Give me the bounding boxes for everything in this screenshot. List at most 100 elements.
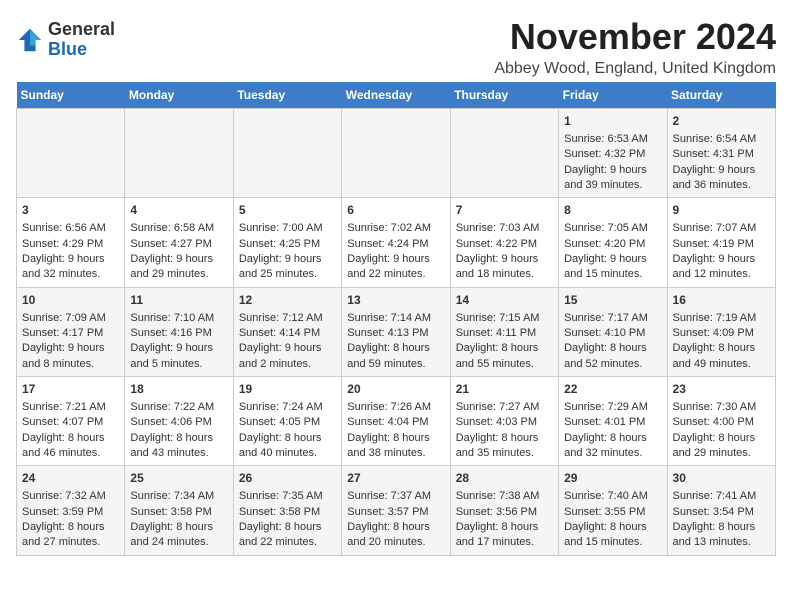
cell-text: Sunrise: 7:29 AM [564, 400, 661, 415]
day-number: 29 [564, 470, 661, 487]
cell-text: Sunrise: 7:05 AM [564, 221, 661, 236]
day-number: 20 [347, 381, 444, 398]
calendar-header: SundayMondayTuesdayWednesdayThursdayFrid… [17, 82, 776, 109]
day-number: 1 [564, 113, 661, 130]
cell-text: Sunrise: 7:09 AM [22, 311, 119, 326]
cell-text: Sunset: 4:05 PM [239, 415, 336, 430]
cell-text: Daylight: 9 hours and 32 minutes. [22, 252, 119, 283]
column-header-sunday: Sunday [17, 82, 125, 109]
week-row-4: 17Sunrise: 7:21 AMSunset: 4:07 PMDayligh… [17, 377, 776, 466]
calendar-cell: 12 Sunrise: 7:12 AMSunset: 4:14 PMDayligh… [233, 287, 341, 376]
cell-text: Sunset: 4:10 PM [564, 326, 661, 341]
calendar-cell: 17Sunrise: 7:21 AMSunset: 4:07 PMDayligh… [17, 377, 125, 466]
column-header-monday: Monday [125, 82, 233, 109]
day-number: 18 [130, 381, 227, 398]
cell-text: Daylight: 8 hours and 20 minutes. [347, 520, 444, 551]
cell-text: Sunrise: 7:19 AM [673, 311, 770, 326]
cell-text: Sunset: 4:06 PM [130, 415, 227, 430]
cell-text: Daylight: 8 hours and 29 minutes. [673, 431, 770, 462]
cell-text: Daylight: 8 hours and 17 minutes. [456, 520, 553, 551]
calendar-table: SundayMondayTuesdayWednesdayThursdayFrid… [16, 82, 776, 556]
day-number: 21 [456, 381, 553, 398]
calendar-cell: 14Sunrise: 7:15 AMSunset: 4:11 PMDayligh… [450, 287, 558, 376]
calendar-cell: 7 Sunrise: 7:03 AMSunset: 4:22 PMDaylight… [450, 198, 558, 287]
day-number: 11 [130, 292, 227, 309]
calendar-cell [125, 109, 233, 198]
cell-text: Sunset: 4:14 PM [239, 326, 336, 341]
cell-text: Sunset: 4:13 PM [347, 326, 444, 341]
cell-text: Sunset: 4:00 PM [673, 415, 770, 430]
day-number: 10 [22, 292, 119, 309]
calendar-cell: 28Sunrise: 7:38 AMSunset: 3:56 PMDayligh… [450, 466, 558, 555]
cell-text: Sunrise: 7:15 AM [456, 311, 553, 326]
cell-text: Daylight: 8 hours and 32 minutes. [564, 431, 661, 462]
day-number: 7 [456, 202, 553, 219]
cell-text: Daylight: 8 hours and 49 minutes. [673, 341, 770, 372]
calendar-cell: 26Sunrise: 7:35 AMSunset: 3:58 PMDayligh… [233, 466, 341, 555]
calendar-cell: 25Sunrise: 7:34 AMSunset: 3:58 PMDayligh… [125, 466, 233, 555]
calendar-cell: 2Sunrise: 6:54 AMSunset: 4:31 PMDaylight… [667, 109, 775, 198]
day-number: 17 [22, 381, 119, 398]
calendar-cell: 13Sunrise: 7:14 AMSunset: 4:13 PMDayligh… [342, 287, 450, 376]
cell-text: Daylight: 8 hours and 43 minutes. [130, 431, 227, 462]
logo-general: General [48, 20, 115, 40]
day-number: 13 [347, 292, 444, 309]
calendar-cell: 30Sunrise: 7:41 AMSunset: 3:54 PMDayligh… [667, 466, 775, 555]
calendar-cell: 29Sunrise: 7:40 AMSunset: 3:55 PMDayligh… [559, 466, 667, 555]
cell-text: Sunset: 4:04 PM [347, 415, 444, 430]
header-row: SundayMondayTuesdayWednesdayThursdayFrid… [17, 82, 776, 109]
calendar-cell [342, 109, 450, 198]
cell-text: Sunset: 3:58 PM [130, 505, 227, 520]
calendar-cell: 11Sunrise: 7:10 AMSunset: 4:16 PMDayligh… [125, 287, 233, 376]
day-number: 6 [347, 202, 444, 219]
column-header-thursday: Thursday [450, 82, 558, 109]
logo: General Blue [16, 20, 115, 60]
cell-text: Sunrise: 7:00 AM [239, 221, 336, 236]
cell-text: Daylight: 9 hours and 2 minutes. [239, 341, 336, 372]
cell-text: Sunset: 4:20 PM [564, 237, 661, 252]
day-number: 12 [239, 292, 336, 309]
cell-text: Daylight: 8 hours and 15 minutes. [564, 520, 661, 551]
cell-text: Sunset: 4:24 PM [347, 237, 444, 252]
day-number: 14 [456, 292, 553, 309]
cell-text: Sunrise: 7:12 AM [239, 311, 336, 326]
day-number: 23 [673, 381, 770, 398]
day-number: 8 [564, 202, 661, 219]
cell-text: Sunset: 4:11 PM [456, 326, 553, 341]
day-number: 19 [239, 381, 336, 398]
calendar-body: 1Sunrise: 6:53 AMSunset: 4:32 PMDaylight… [17, 109, 776, 556]
calendar-cell: 21Sunrise: 7:27 AMSunset: 4:03 PMDayligh… [450, 377, 558, 466]
cell-text: Sunrise: 6:54 AM [673, 132, 770, 147]
cell-text: Sunrise: 7:22 AM [130, 400, 227, 415]
cell-text: Sunrise: 7:02 AM [347, 221, 444, 236]
cell-text: Sunrise: 7:34 AM [130, 489, 227, 504]
week-row-2: 3Sunrise: 6:56 AMSunset: 4:29 PMDaylight… [17, 198, 776, 287]
week-row-5: 24Sunrise: 7:32 AMSunset: 3:59 PMDayligh… [17, 466, 776, 555]
cell-text: Sunset: 4:19 PM [673, 237, 770, 252]
day-number: 2 [673, 113, 770, 130]
cell-text: Sunrise: 7:40 AM [564, 489, 661, 504]
day-number: 4 [130, 202, 227, 219]
cell-text: Daylight: 9 hours and 5 minutes. [130, 341, 227, 372]
cell-text: Sunrise: 7:03 AM [456, 221, 553, 236]
cell-text: Daylight: 8 hours and 13 minutes. [673, 520, 770, 551]
cell-text: Sunrise: 7:07 AM [673, 221, 770, 236]
calendar-cell: 4Sunrise: 6:58 AMSunset: 4:27 PMDaylight… [125, 198, 233, 287]
column-header-tuesday: Tuesday [233, 82, 341, 109]
cell-text: Sunset: 4:32 PM [564, 147, 661, 162]
cell-text: Sunset: 4:27 PM [130, 237, 227, 252]
day-number: 27 [347, 470, 444, 487]
cell-text: Sunset: 4:22 PM [456, 237, 553, 252]
cell-text: Sunset: 4:16 PM [130, 326, 227, 341]
cell-text: Daylight: 8 hours and 52 minutes. [564, 341, 661, 372]
cell-text: Sunrise: 7:37 AM [347, 489, 444, 504]
cell-text: Daylight: 9 hours and 18 minutes. [456, 252, 553, 283]
cell-text: Sunrise: 7:30 AM [673, 400, 770, 415]
day-number: 3 [22, 202, 119, 219]
cell-text: Daylight: 9 hours and 22 minutes. [347, 252, 444, 283]
location: Abbey Wood, England, United Kingdom [494, 60, 776, 78]
cell-text: Daylight: 8 hours and 22 minutes. [239, 520, 336, 551]
cell-text: Sunset: 4:03 PM [456, 415, 553, 430]
cell-text: Daylight: 9 hours and 39 minutes. [564, 163, 661, 194]
cell-text: Sunset: 3:56 PM [456, 505, 553, 520]
